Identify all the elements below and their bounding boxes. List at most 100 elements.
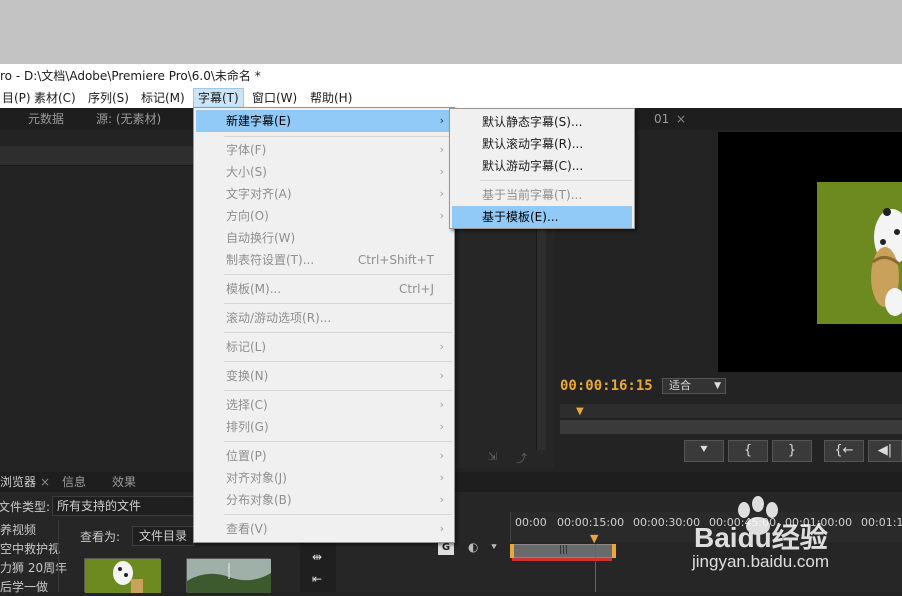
menu-item-label: 模板(M)... — [226, 282, 282, 296]
work-area-bar[interactable]: ||| — [512, 544, 616, 558]
mark-in-icon: { — [743, 443, 753, 458]
menu-item-label: 排列(G) — [226, 420, 269, 434]
menu-item-label: 大小(S) — [226, 165, 267, 179]
step-back-button[interactable]: ◀| — [868, 440, 902, 462]
menu-item-new-title[interactable]: 新建字幕(E) › — [196, 110, 452, 132]
ripple-edit-icon[interactable]: ⇤ — [312, 572, 322, 586]
go-to-in-button[interactable]: {← — [824, 440, 864, 462]
menu-item-roll-crawl-options[interactable]: 滚动/游动选项(R)... — [196, 307, 452, 329]
menu-item-templates[interactable]: 模板(M)... Ctrl+J — [196, 278, 452, 300]
menu-separator — [224, 303, 452, 304]
mark-in-button[interactable]: { — [728, 440, 768, 462]
view-as-select[interactable]: 文件目录 — [132, 526, 194, 546]
menu-sequence[interactable]: 序列(S) — [84, 88, 133, 108]
menu-item-default-still[interactable]: 默认静态字幕(S)... — [452, 111, 632, 133]
menu-item-text-align[interactable]: 文字对齐(A) › — [196, 183, 452, 205]
menu-marker[interactable]: 标记(M) — [137, 88, 189, 108]
marker-icon: ⯆ — [698, 443, 710, 458]
thumbnail-dog[interactable] — [84, 558, 161, 593]
new-title-submenu: 默认静态字幕(S)... 默认滚动字幕(R)... 默认游动字幕(C)... 基… — [449, 108, 635, 229]
menu-item-align-objects[interactable]: 对齐对象(J) › — [196, 467, 452, 489]
go-to-in-icon: {← — [834, 443, 854, 458]
chevron-right-icon: › — [439, 471, 444, 484]
file-type-value: 所有支持的文件 — [57, 499, 142, 513]
add-marker-button[interactable]: ⯆ — [684, 440, 724, 462]
menu-item-select[interactable]: 选择(C) › — [196, 394, 452, 416]
menu-item-label: 分布对象(B) — [226, 493, 292, 507]
chevron-right-icon: › — [439, 209, 444, 222]
close-icon[interactable]: × — [676, 108, 686, 130]
work-area-start-handle[interactable] — [510, 544, 514, 558]
chevron-down-icon: ▼ — [714, 381, 721, 391]
video-image — [817, 182, 902, 324]
menu-item-default-roll[interactable]: 默认滚动字幕(R)... — [452, 133, 632, 155]
menu-item-transform[interactable]: 变换(N) › — [196, 365, 452, 387]
tab-metadata[interactable]: 元数据 — [28, 108, 64, 130]
zoom-fit-label: 适合 — [669, 379, 691, 392]
menu-item-arrange[interactable]: 排列(G) › — [196, 416, 452, 438]
project-tabbar: 浏览器 × 信息 效果 — [0, 472, 194, 492]
menu-item-position[interactable]: 位置(P) › — [196, 445, 452, 467]
menu-item-label: 选择(C) — [226, 398, 268, 412]
zoom-fit-select[interactable]: 适合 ▼ — [662, 378, 726, 394]
menu-item-based-on-current[interactable]: 基于当前字幕(T)... — [452, 184, 632, 206]
chevron-right-icon: › — [439, 165, 444, 178]
work-area-end-handle[interactable] — [612, 544, 616, 558]
close-icon[interactable]: × — [40, 471, 50, 493]
menu-item-tab-stops[interactable]: 制表符设置(T)... Ctrl+Shift+T — [196, 249, 452, 271]
timeline-tabbar — [454, 472, 902, 492]
add-marker-icon[interactable]: ⯆ — [490, 542, 498, 553]
menu-separator — [224, 136, 452, 137]
list-item[interactable]: 养视频 — [0, 521, 36, 538]
tab-media-browser[interactable]: 浏览器 — [0, 471, 36, 493]
marker-set-icon[interactable]: ◐ — [468, 540, 478, 554]
program-scroll[interactable] — [560, 420, 902, 434]
menu-item-orientation[interactable]: 方向(O) › — [196, 205, 452, 227]
menu-item-font[interactable]: 字体(F) › — [196, 139, 452, 161]
menu-item-view[interactable]: 查看(V) › — [196, 518, 452, 540]
export-icon[interactable]: ⇲ — [488, 450, 502, 463]
thumbnail-landscape[interactable] — [186, 558, 271, 593]
menu-item-label: 标记(L) — [226, 340, 267, 354]
menu-item-word-wrap[interactable]: 自动换行(W) — [196, 227, 452, 249]
menu-separator — [224, 514, 452, 515]
chevron-right-icon: › — [439, 493, 444, 506]
ruler-tick: 00:00:15:00 — [557, 516, 625, 529]
ruler-tick: 00:01:15 — [861, 516, 902, 529]
menu-separator — [224, 390, 452, 391]
menu-separator — [224, 274, 452, 275]
menu-clip[interactable]: 素材(C) — [30, 88, 80, 108]
mark-out-button[interactable]: } — [772, 440, 812, 462]
list-item[interactable]: 后学一做 — [0, 578, 48, 595]
program-timecode[interactable]: 00:00:16:15 — [560, 378, 653, 394]
mark-out-icon: } — [787, 443, 797, 458]
menu-item-shortcut: Ctrl+J — [399, 282, 434, 296]
tab-program[interactable]: 01 — [654, 108, 669, 130]
tab-info[interactable]: 信息 — [62, 471, 86, 493]
playhead-icon[interactable]: ▼ — [576, 406, 586, 418]
menu-item-distribute-objects[interactable]: 分布对象(B) › — [196, 489, 452, 511]
menu-item-label: 位置(P) — [226, 449, 267, 463]
snap-icon[interactable]: G — [438, 541, 454, 555]
view-as-value: 文件目录 — [139, 529, 188, 543]
track-select-icon[interactable]: ⇹ — [312, 550, 322, 564]
lift-icon[interactable]: ⤴ — [516, 450, 530, 465]
list-item[interactable]: 空中救护视 — [0, 540, 60, 557]
chevron-right-icon: › — [439, 143, 444, 156]
watermark-brand: Baidu经验 — [694, 522, 828, 553]
step-back-icon: ◀| — [877, 443, 893, 458]
menu-item-based-on-template[interactable]: 基于模板(E)... — [452, 206, 632, 228]
file-type-select[interactable]: 所有支持的文件 — [52, 496, 194, 516]
menu-item-logo[interactable]: 标记(L) › — [196, 336, 452, 358]
menu-separator — [224, 332, 452, 333]
menu-item-label: 变换(N) — [226, 369, 269, 383]
menu-help[interactable]: 帮助(H) — [306, 88, 356, 108]
menu-window[interactable]: 窗口(W) — [248, 88, 301, 108]
tab-effects[interactable]: 效果 — [112, 471, 136, 493]
menu-title[interactable]: 字幕(T) — [193, 88, 244, 108]
menu-item-size[interactable]: 大小(S) › — [196, 161, 452, 183]
menu-item-label: 制表符设置(T)... — [226, 253, 315, 267]
menu-item-label: 基于当前字幕(T)... — [482, 188, 583, 202]
menu-item-default-crawl[interactable]: 默认游动字幕(C)... — [452, 155, 632, 177]
tab-source[interactable]: 源: (无素材) — [96, 108, 161, 130]
